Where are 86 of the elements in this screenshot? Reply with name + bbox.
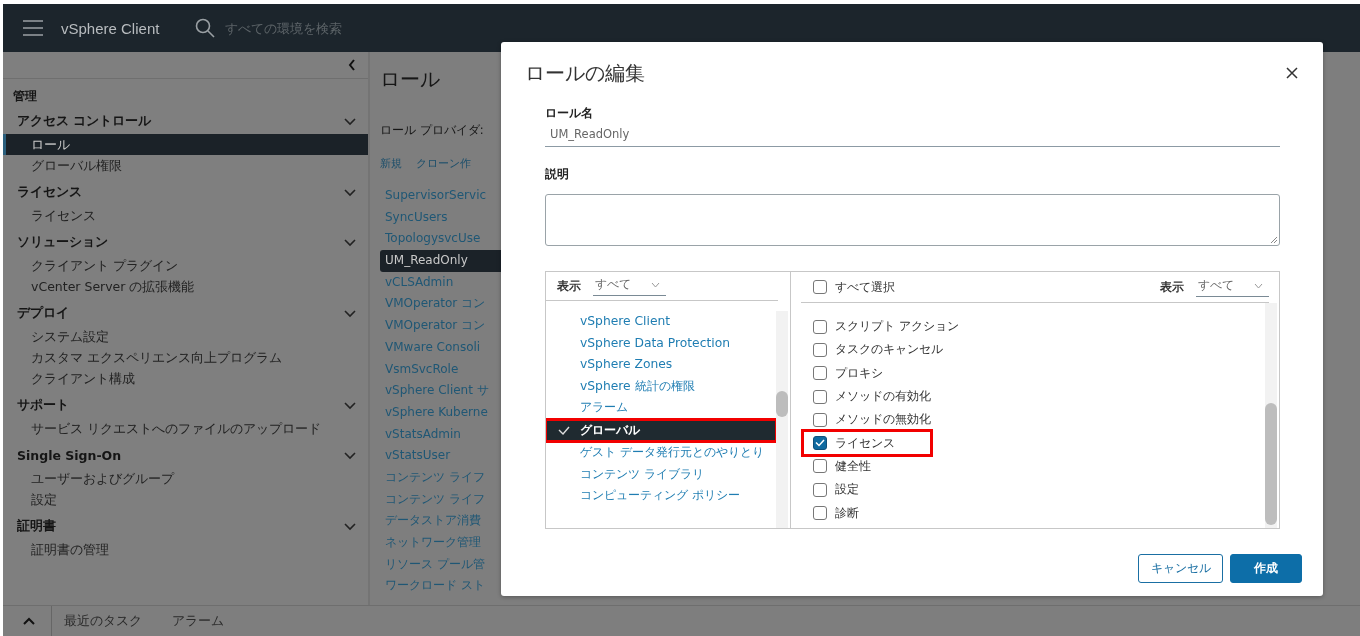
category-item[interactable]: ゲスト データ発行元とのやりとり (546, 442, 776, 464)
checkbox[interactable] (813, 436, 827, 451)
page-title: ロール (380, 66, 441, 93)
checkbox[interactable] (813, 389, 827, 404)
sidebar-item[interactable]: カスタマ エクスペリエンス向上プログラム (3, 347, 368, 368)
dialog-title: ロールの編集 (525, 59, 645, 87)
action-link[interactable]: クローン作 (416, 157, 471, 173)
chevron-down-icon[interactable] (344, 451, 356, 460)
section-header[interactable]: アクセス コントロール (17, 113, 152, 130)
create-button[interactable]: 作成 (1230, 554, 1302, 583)
checkbox-label: タスクのキャンセル (835, 341, 943, 359)
section-header[interactable]: サポート (17, 397, 69, 414)
category-item[interactable]: vSphere 統計の権限 (546, 375, 776, 397)
checkbox-label: 健全性 (835, 457, 871, 475)
category-item[interactable]: コンテンツ ライブラリ (546, 463, 776, 485)
provider-label: ロール プロバイダ: (380, 123, 485, 139)
checkbox[interactable] (813, 506, 827, 520)
filter-dropdown[interactable]: すべて (593, 276, 666, 296)
scrollbar[interactable] (1265, 403, 1277, 525)
sidebar-item[interactable]: システム設定 (3, 326, 368, 347)
sidebar-item[interactable]: クライアント構成 (3, 368, 368, 389)
chevron-down-icon[interactable] (344, 117, 356, 126)
sidebar-item[interactable]: ライセンス (3, 205, 368, 226)
category-item[interactable]: vSphere Zones (546, 354, 776, 376)
category-item[interactable]: vSphere Client (546, 311, 776, 333)
checkbox[interactable] (813, 280, 827, 294)
filter-dropdown[interactable]: すべて (1196, 277, 1269, 297)
sidebar-item[interactable]: サービス リクエストへのファイルのアップロード (3, 418, 368, 439)
checkbox-label: プロキシ (835, 364, 883, 382)
chevron-down-icon[interactable] (344, 401, 356, 410)
checkbox-label: メソッドの有効化 (835, 388, 931, 406)
sidebar-item[interactable]: クライアント プラグイン (3, 255, 368, 276)
section-header[interactable]: ライセンス (17, 184, 82, 201)
role-name-field[interactable]: UM_ReadOnly (545, 123, 1280, 147)
chevron-down-icon[interactable] (344, 188, 356, 197)
category-item[interactable]: コンピューティング ポリシー (546, 485, 776, 507)
chevron-down-icon[interactable] (344, 522, 356, 531)
close-icon[interactable] (1286, 67, 1298, 79)
sidebar-item[interactable]: ロール (3, 134, 368, 155)
checkbox-label: すべて選択 (835, 278, 895, 296)
check-icon (558, 425, 570, 435)
app-title: vSphere Client (61, 19, 160, 37)
search-field[interactable]: すべての環境を検索 (195, 18, 428, 38)
sidebar-heading: 管理 (12, 88, 38, 105)
checkbox[interactable] (813, 366, 827, 381)
checkbox[interactable] (813, 412, 827, 427)
menu-icon[interactable] (23, 20, 43, 36)
sidebar-item[interactable]: ユーザーおよびグループ (3, 468, 368, 489)
checkbox-label: スクリプト アクション (835, 318, 959, 336)
bottom-tab[interactable]: 最近のタスク (64, 612, 142, 630)
section-header[interactable]: Single Sign-On (17, 448, 122, 463)
field-label: 説明 (545, 167, 570, 182)
bottom-tab[interactable]: アラーム (172, 612, 224, 630)
action-link[interactable]: 新規 (380, 157, 402, 173)
chevron-down-icon[interactable] (344, 309, 356, 318)
scrollbar[interactable] (776, 391, 788, 417)
sidebar-item[interactable]: グローバル権限 (3, 155, 368, 176)
checkbox[interactable] (813, 459, 827, 474)
section-header[interactable]: デプロイ (17, 305, 69, 322)
resize-handle-icon[interactable] (1271, 237, 1277, 243)
category-item[interactable]: グローバル (546, 419, 776, 441)
section-header[interactable]: 証明書 (17, 518, 56, 535)
caret-icon (1254, 282, 1263, 289)
checkbox[interactable] (813, 342, 827, 357)
checkbox[interactable] (813, 319, 827, 334)
sidebar-item[interactable]: 証明書の管理 (3, 539, 368, 560)
checkbox-label: ライセンス (835, 434, 895, 452)
sidebar-item[interactable]: 設定 (3, 489, 368, 510)
description-field[interactable] (545, 194, 1280, 246)
cancel-button[interactable]: キャンセル (1138, 554, 1223, 583)
chevron-down-icon[interactable] (344, 238, 356, 247)
search-icon (195, 18, 216, 38)
caret-icon (651, 281, 660, 288)
filter-label: 表示 (557, 278, 581, 294)
collapse-icon[interactable] (348, 59, 356, 71)
checkbox[interactable] (813, 482, 827, 497)
field-label: ロール名 (545, 106, 594, 121)
filter-label: 表示 (1160, 279, 1184, 295)
chevron-up-icon[interactable] (23, 617, 35, 625)
checkbox-label: 設定 (835, 481, 859, 499)
section-header[interactable]: ソリューション (17, 234, 108, 251)
category-item[interactable]: vSphere Data Protection (546, 332, 776, 354)
sidebar-item[interactable]: vCenter Server の拡張機能 (3, 276, 368, 297)
category-item[interactable]: アラーム (546, 397, 776, 419)
checkbox-label: メソッドの無効化 (835, 411, 931, 429)
checkbox-label: 診断 (835, 504, 859, 522)
